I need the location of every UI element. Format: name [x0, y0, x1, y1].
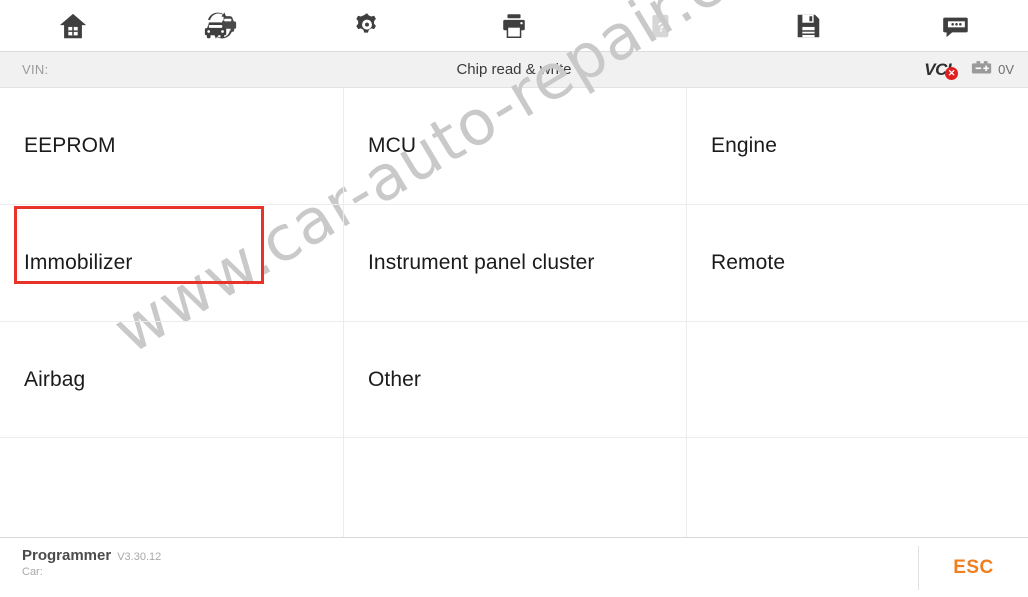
grid-cell-empty [344, 438, 687, 537]
grid-cell-immobilizer[interactable]: Immobilizer [0, 205, 344, 322]
vehicle-swap-icon [202, 11, 238, 41]
home-button[interactable] [0, 0, 147, 52]
feedback-button[interactable] [881, 0, 1028, 52]
grid-cell-label: Engine [711, 134, 777, 157]
vci-disconnected-badge: ✕ [945, 66, 959, 80]
grid-cell-empty [687, 438, 1028, 537]
footer-info: Programmer V3.30.12 Car: [22, 547, 161, 578]
grid-cell-other[interactable]: Other [344, 322, 687, 438]
page-title: Chip read & write [456, 61, 572, 78]
grid-cell-label: Other [368, 367, 422, 391]
help-icon: ? [646, 11, 676, 41]
save-icon [793, 11, 823, 41]
settings-button[interactable] [294, 0, 441, 52]
grid-cell-remote[interactable]: Remote [687, 205, 1028, 322]
print-button[interactable] [441, 0, 588, 52]
battery-voltage: 0V [998, 62, 1014, 77]
battery-icon [971, 60, 993, 80]
svg-text:?: ? [657, 19, 665, 34]
gear-icon [352, 11, 382, 41]
grid-cell-empty [687, 322, 1028, 438]
grid-cell-engine[interactable]: Engine [687, 88, 1028, 205]
home-icon [58, 11, 88, 41]
car-label: Car: [22, 566, 43, 578]
app-name: Programmer [22, 547, 112, 564]
function-grid: EEPROM MCU Engine Immobilizer Instrument… [0, 88, 1028, 537]
grid-cell-label: Instrument panel cluster [368, 251, 595, 274]
help-button[interactable]: ? [587, 0, 734, 52]
save-button[interactable] [734, 0, 881, 52]
grid-cell-label: Remote [711, 251, 786, 274]
grid-cell-mcu[interactable]: MCU [344, 88, 687, 205]
grid-cell-empty [0, 438, 344, 537]
grid-cell-label: EEPROM [24, 134, 116, 157]
status-indicators: VCI ✕ 0V [924, 52, 1014, 87]
feedback-icon [940, 11, 970, 41]
grid-cell-label: MCU [368, 134, 417, 157]
grid-cell-airbag[interactable]: Airbag [0, 322, 344, 438]
top-toolbar: ? [0, 0, 1028, 52]
esc-button[interactable]: ESC [919, 538, 1028, 597]
vehicle-swap-button[interactable] [147, 0, 294, 52]
grid-cell-eeprom[interactable]: EEPROM [0, 88, 344, 205]
grid-cell-instrument-panel-cluster[interactable]: Instrument panel cluster [344, 205, 687, 322]
grid-cell-label: Immobilizer [24, 251, 133, 274]
vci-status[interactable]: VCI ✕ [924, 60, 959, 80]
grid-cell-label: Airbag [24, 367, 86, 391]
app-version: V3.30.12 [117, 551, 162, 563]
battery-status: 0V [971, 60, 1014, 80]
sub-header-bar: VIN: Chip read & write VCI ✕ 0V [0, 52, 1028, 88]
printer-icon [499, 11, 529, 41]
footer-bar: Programmer V3.30.12 Car: ESC [0, 537, 1028, 597]
